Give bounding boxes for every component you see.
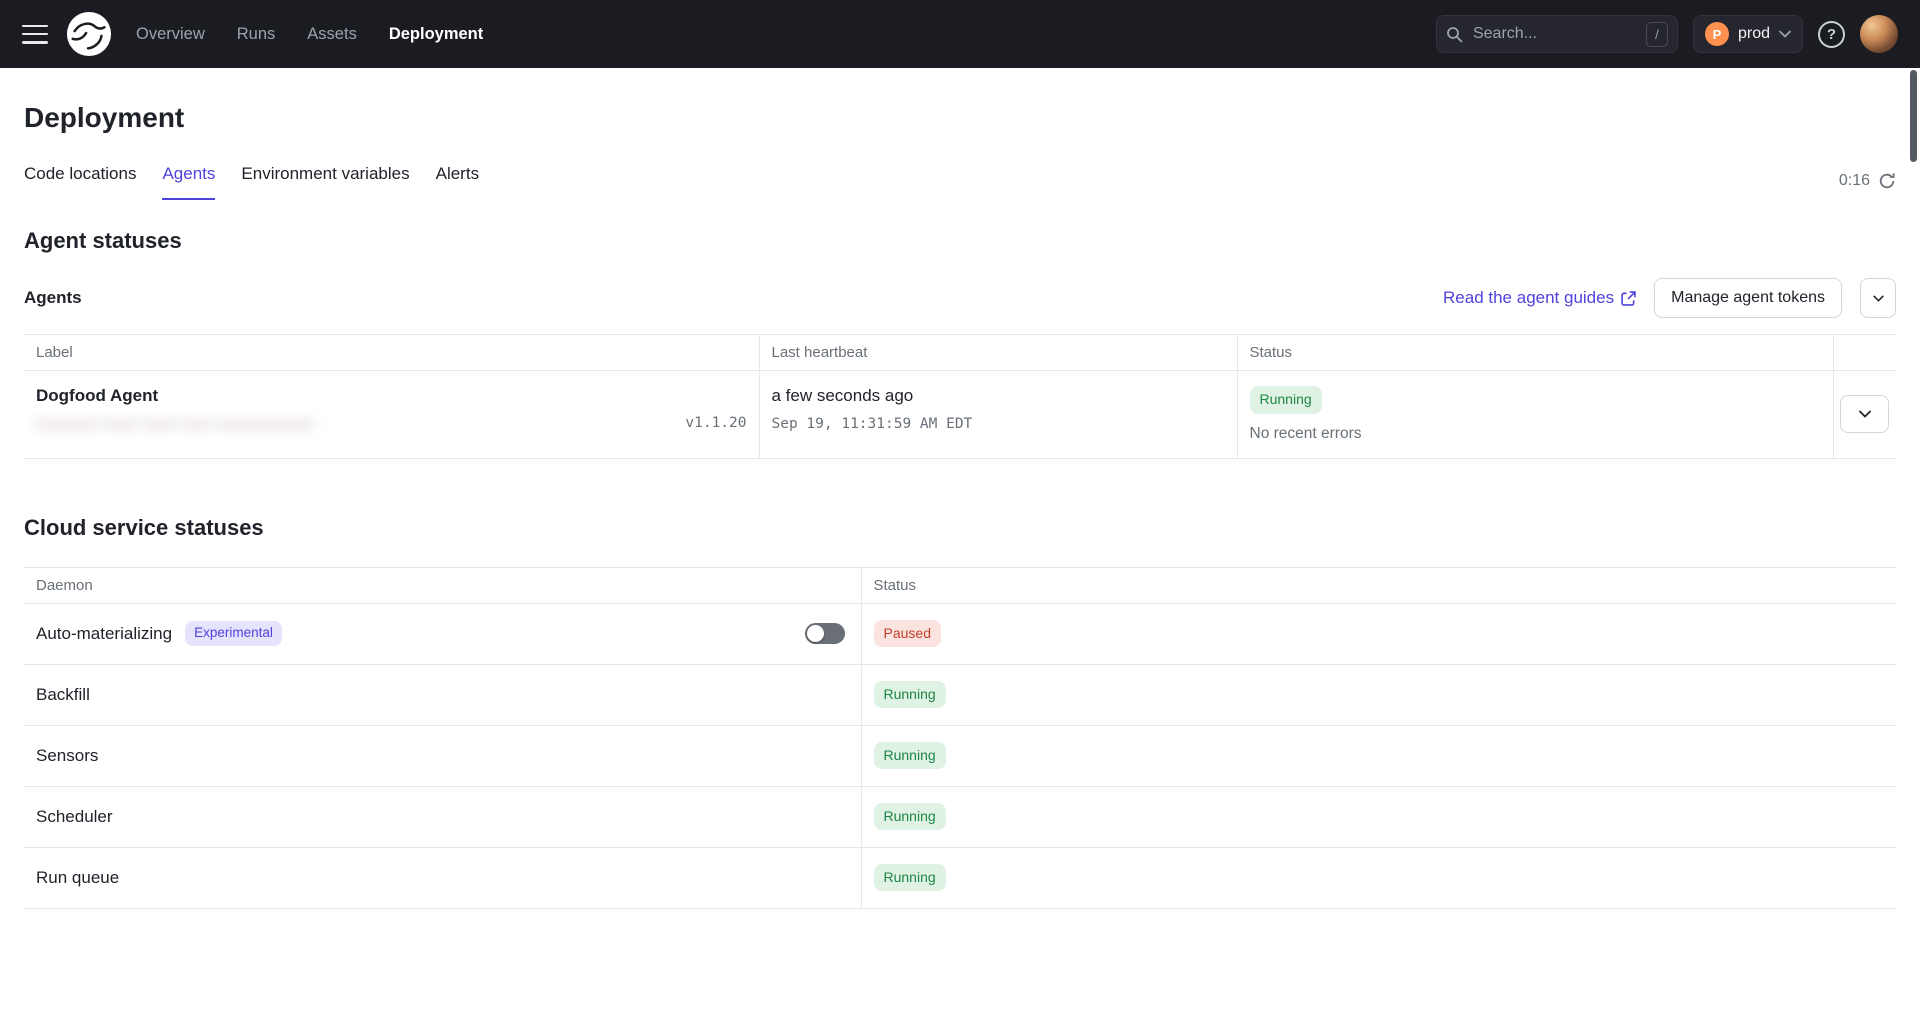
external-link-icon <box>1621 291 1636 306</box>
tabs: Code locations Agents Environment variab… <box>24 164 479 200</box>
tab-alerts[interactable]: Alerts <box>436 164 479 200</box>
tab-agents[interactable]: Agents <box>162 164 215 200</box>
agent-status-note: No recent errors <box>1250 425 1821 443</box>
heartbeat-timestamp: Sep 19, 11:31:59 AM EDT <box>772 416 1225 432</box>
hamburger-menu-icon[interactable] <box>22 25 48 44</box>
agent-id-redacted: xxxxxxxx-xxxx-xxxx-xxxx-xxxxxxxxxxxx <box>36 415 315 431</box>
daemon-status-cell: Running <box>861 786 1896 847</box>
agents-subheading: Agents <box>24 288 82 308</box>
agent-version: v1.1.20 <box>685 415 746 431</box>
daemon-name: Auto-materializing <box>36 624 172 644</box>
daemon-status-cell: Running <box>861 664 1896 725</box>
toggle-knob <box>807 625 824 642</box>
agents-table: Label Last heartbeat Status Dogfood Agen… <box>24 334 1896 459</box>
column-header-last-heartbeat: Last heartbeat <box>759 335 1237 371</box>
agent-heartbeat-cell: a few seconds ago Sep 19, 11:31:59 AM ED… <box>759 371 1237 459</box>
agent-status-badge: Running <box>1250 386 1322 414</box>
nav-overview[interactable]: Overview <box>136 25 205 44</box>
agent-name: Dogfood Agent <box>36 386 747 406</box>
cloud-services-table: Daemon Status Auto-materializing Experim… <box>24 567 1896 909</box>
daemon-name-cell: Sensors <box>24 725 861 786</box>
refresh-group: 0:16 <box>1839 172 1896 200</box>
refresh-icon[interactable] <box>1878 172 1896 190</box>
manage-agent-tokens-button[interactable]: Manage agent tokens <box>1654 278 1842 318</box>
dagster-logo-icon <box>66 11 112 57</box>
agent-actions-cell <box>1833 371 1896 459</box>
agent-row: Dogfood Agent xxxxxxxx-xxxx-xxxx-xxxx-xx… <box>24 371 1896 459</box>
refresh-timer: 0:16 <box>1839 172 1870 190</box>
agent-statuses-heading: Agent statuses <box>24 228 1896 254</box>
chevron-down-icon <box>1859 410 1871 418</box>
search-box[interactable]: / <box>1436 15 1678 53</box>
daemon-row-sensors: Sensors Running <box>24 725 1896 786</box>
agent-guides-link[interactable]: Read the agent guides <box>1443 288 1636 308</box>
daemon-status-badge: Running <box>874 803 946 831</box>
cloud-service-statuses-heading: Cloud service statuses <box>24 515 1896 541</box>
search-icon <box>1446 26 1463 43</box>
scrollbar[interactable] <box>1910 70 1917 162</box>
tab-environment-variables[interactable]: Environment variables <box>241 164 409 200</box>
daemon-name: Run queue <box>36 868 119 887</box>
tab-code-locations[interactable]: Code locations <box>24 164 136 200</box>
daemon-row-scheduler: Scheduler Running <box>24 786 1896 847</box>
daemon-status-badge: Running <box>874 681 946 709</box>
user-avatar[interactable] <box>1860 15 1898 53</box>
column-header-actions <box>1833 335 1896 371</box>
agent-guides-link-label: Read the agent guides <box>1443 288 1614 308</box>
daemon-status-cell: Paused <box>861 603 1896 664</box>
tab-bar: Code locations Agents Environment variab… <box>24 164 1896 200</box>
daemon-status-badge: Running <box>874 742 946 770</box>
agents-toolbar-right: Read the agent guides Manage agent token… <box>1443 278 1896 318</box>
main-content: Deployment Code locations Agents Environ… <box>0 102 1920 909</box>
search-shortcut-key: / <box>1646 22 1668 47</box>
daemon-row-backfill: Backfill Running <box>24 664 1896 725</box>
daemon-name: Sensors <box>36 746 98 765</box>
page-title: Deployment <box>24 102 1896 134</box>
daemon-name-cell: Backfill <box>24 664 861 725</box>
nav-deployment[interactable]: Deployment <box>389 25 483 44</box>
daemon-name-cell: Scheduler <box>24 786 861 847</box>
experimental-badge: Experimental <box>185 621 282 646</box>
main-nav: Overview Runs Assets Deployment <box>136 25 483 44</box>
deployment-switcher-label: prod <box>1738 25 1770 43</box>
agent-status-cell: Running No recent errors <box>1237 371 1833 459</box>
caret-down-icon <box>1873 295 1884 302</box>
agent-tokens-menu-button[interactable] <box>1860 278 1896 318</box>
daemon-name-cell: Run queue <box>24 847 861 908</box>
top-navbar: Overview Runs Assets Deployment / P prod… <box>0 0 1920 68</box>
daemon-status-cell: Running <box>861 847 1896 908</box>
daemon-row-auto-materializing: Auto-materializing Experimental Paused <box>24 603 1896 664</box>
navbar-right-group: / P prod ? <box>1436 15 1898 53</box>
daemon-name: Backfill <box>36 685 90 704</box>
daemon-row-run-queue: Run queue Running <box>24 847 1896 908</box>
column-header-daemon: Daemon <box>24 567 861 603</box>
agent-label-cell: Dogfood Agent xxxxxxxx-xxxx-xxxx-xxxx-xx… <box>24 371 759 459</box>
column-header-label: Label <box>24 335 759 371</box>
daemon-name-cell: Auto-materializing Experimental <box>24 603 861 664</box>
column-header-status: Status <box>1237 335 1833 371</box>
cloud-table-header-row: Daemon Status <box>24 567 1896 603</box>
deployment-avatar: P <box>1705 22 1729 46</box>
daemon-name: Scheduler <box>36 807 113 826</box>
daemon-status-badge: Running <box>874 864 946 892</box>
nav-assets[interactable]: Assets <box>307 25 357 44</box>
deployment-switcher[interactable]: P prod <box>1693 15 1803 53</box>
heartbeat-relative: a few seconds ago <box>772 386 1225 406</box>
search-input[interactable] <box>1471 24 1638 44</box>
nav-runs[interactable]: Runs <box>237 25 276 44</box>
daemon-status-badge: Paused <box>874 620 941 648</box>
daemon-status-cell: Running <box>861 725 1896 786</box>
dagster-logo[interactable] <box>66 11 112 57</box>
agents-toolbar: Agents Read the agent guides Manage agen… <box>24 278 1896 318</box>
chevron-down-icon <box>1779 30 1791 38</box>
agent-expand-button[interactable] <box>1840 395 1889 433</box>
auto-materializing-toggle[interactable] <box>805 623 845 644</box>
column-header-daemon-status: Status <box>861 567 1896 603</box>
help-icon[interactable]: ? <box>1818 21 1845 48</box>
agents-table-header-row: Label Last heartbeat Status <box>24 335 1896 371</box>
